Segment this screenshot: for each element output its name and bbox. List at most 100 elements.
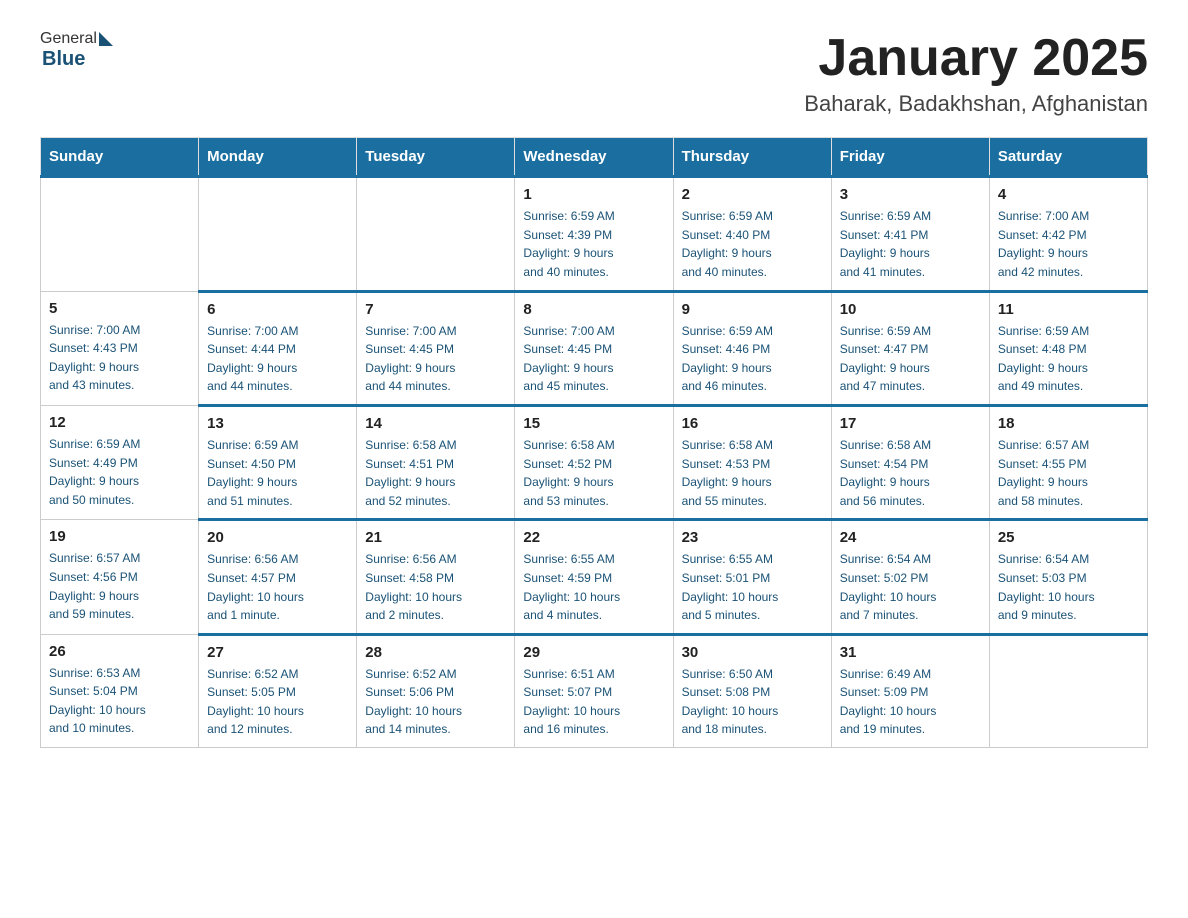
day-header-monday: Monday <box>199 138 357 177</box>
day-cell-18: 18 Sunrise: 6:57 AM Sunset: 4:55 PM Dayli… <box>989 405 1147 519</box>
day-number: 19 <box>49 528 190 545</box>
day-info: Sunrise: 6:53 AM Sunset: 5:04 PM Dayligh… <box>49 664 190 738</box>
day-cell-24: 24 Sunrise: 6:54 AM Sunset: 5:02 PM Dayli… <box>831 520 989 634</box>
day-number: 17 <box>840 415 981 432</box>
day-cell-1: 1Sunrise: 6:59 AM Sunset: 4:39 PM Daylig… <box>515 177 673 291</box>
day-number: 14 <box>365 415 506 432</box>
logo: General Blue <box>40 30 115 71</box>
logo-general-text: General <box>40 30 97 48</box>
day-cell-10: 10Sunrise: 6:59 AM Sunset: 4:47 PM Dayli… <box>831 291 989 405</box>
day-cell-6: 6 Sunrise: 7:00 AM Sunset: 4:44 PM Daylig… <box>199 291 357 405</box>
day-cell-21: 21 Sunrise: 6:56 AM Sunset: 4:58 PM Dayli… <box>357 520 515 634</box>
day-header-saturday: Saturday <box>989 138 1147 177</box>
calendar-title-area: January 2025 Baharak, Badakhshan, Afghan… <box>804 30 1148 117</box>
calendar-location: Baharak, Badakhshan, Afghanistan <box>804 91 1148 117</box>
day-number: 29 <box>523 644 664 661</box>
day-cell-11: 11 Sunrise: 6:59 AM Sunset: 4:48 PM Dayli… <box>989 291 1147 405</box>
day-info: Sunrise: 7:00 AM Sunset: 4:44 PM Dayligh… <box>207 322 348 396</box>
day-cell-9: 9Sunrise: 6:59 AM Sunset: 4:46 PM Daylig… <box>673 291 831 405</box>
day-info: Sunrise: 6:57 AM Sunset: 4:55 PM Dayligh… <box>998 436 1139 510</box>
week-row-5: 26 Sunrise: 6:53 AM Sunset: 5:04 PM Dayli… <box>41 634 1148 747</box>
day-number: 18 <box>998 415 1139 432</box>
day-number: 27 <box>207 644 348 661</box>
empty-cell <box>199 177 357 291</box>
day-number: 22 <box>523 529 664 546</box>
day-info: Sunrise: 6:59 AM Sunset: 4:41 PM Dayligh… <box>840 207 981 281</box>
day-cell-26: 26 Sunrise: 6:53 AM Sunset: 5:04 PM Dayli… <box>41 634 199 747</box>
day-header-friday: Friday <box>831 138 989 177</box>
day-header-tuesday: Tuesday <box>357 138 515 177</box>
page-header: General Blue January 2025 Baharak, Badak… <box>40 30 1148 117</box>
calendar-table: SundayMondayTuesdayWednesdayThursdayFrid… <box>40 137 1148 748</box>
day-cell-23: 23Sunrise: 6:55 AM Sunset: 5:01 PM Dayli… <box>673 520 831 634</box>
day-cell-8: 8 Sunrise: 7:00 AM Sunset: 4:45 PM Daylig… <box>515 291 673 405</box>
day-number: 1 <box>523 186 664 203</box>
week-row-2: 5 Sunrise: 7:00 AM Sunset: 4:43 PM Daylig… <box>41 291 1148 405</box>
day-number: 23 <box>682 529 823 546</box>
day-info: Sunrise: 6:52 AM Sunset: 5:05 PM Dayligh… <box>207 665 348 739</box>
logo-triangle-icon <box>99 32 113 46</box>
day-number: 24 <box>840 529 981 546</box>
day-cell-20: 20 Sunrise: 6:56 AM Sunset: 4:57 PM Dayli… <box>199 520 357 634</box>
day-number: 20 <box>207 529 348 546</box>
day-cell-22: 22Sunrise: 6:55 AM Sunset: 4:59 PM Dayli… <box>515 520 673 634</box>
day-number: 26 <box>49 643 190 660</box>
day-number: 31 <box>840 644 981 661</box>
day-info: Sunrise: 6:52 AM Sunset: 5:06 PM Dayligh… <box>365 665 506 739</box>
day-number: 8 <box>523 301 664 318</box>
empty-cell <box>989 634 1147 747</box>
day-headers-row: SundayMondayTuesdayWednesdayThursdayFrid… <box>41 138 1148 177</box>
week-row-1: 1Sunrise: 6:59 AM Sunset: 4:39 PM Daylig… <box>41 177 1148 291</box>
logo-blue-text: Blue <box>42 48 85 70</box>
day-cell-4: 4 Sunrise: 7:00 AM Sunset: 4:42 PM Daylig… <box>989 177 1147 291</box>
day-cell-14: 14 Sunrise: 6:58 AM Sunset: 4:51 PM Dayli… <box>357 405 515 519</box>
day-number: 4 <box>998 186 1139 203</box>
calendar-month-title: January 2025 <box>804 30 1148 87</box>
day-info: Sunrise: 6:49 AM Sunset: 5:09 PM Dayligh… <box>840 665 981 739</box>
day-cell-25: 25Sunrise: 6:54 AM Sunset: 5:03 PM Dayli… <box>989 520 1147 634</box>
day-info: Sunrise: 7:00 AM Sunset: 4:45 PM Dayligh… <box>523 322 664 396</box>
day-info: Sunrise: 6:58 AM Sunset: 4:54 PM Dayligh… <box>840 436 981 510</box>
day-header-wednesday: Wednesday <box>515 138 673 177</box>
day-number: 21 <box>365 529 506 546</box>
day-cell-16: 16 Sunrise: 6:58 AM Sunset: 4:53 PM Dayli… <box>673 405 831 519</box>
day-cell-28: 28 Sunrise: 6:52 AM Sunset: 5:06 PM Dayli… <box>357 634 515 747</box>
week-row-4: 19 Sunrise: 6:57 AM Sunset: 4:56 PM Dayli… <box>41 520 1148 634</box>
day-cell-27: 27 Sunrise: 6:52 AM Sunset: 5:05 PM Dayli… <box>199 634 357 747</box>
day-info: Sunrise: 7:00 AM Sunset: 4:43 PM Dayligh… <box>49 321 190 395</box>
day-number: 3 <box>840 186 981 203</box>
day-cell-2: 2Sunrise: 6:59 AM Sunset: 4:40 PM Daylig… <box>673 177 831 291</box>
day-info: Sunrise: 7:00 AM Sunset: 4:42 PM Dayligh… <box>998 207 1139 281</box>
day-cell-19: 19 Sunrise: 6:57 AM Sunset: 4:56 PM Dayli… <box>41 520 199 634</box>
day-number: 10 <box>840 301 981 318</box>
day-cell-29: 29 Sunrise: 6:51 AM Sunset: 5:07 PM Dayli… <box>515 634 673 747</box>
week-row-3: 12 Sunrise: 6:59 AM Sunset: 4:49 PM Dayli… <box>41 405 1148 519</box>
day-number: 11 <box>998 301 1139 318</box>
day-number: 16 <box>682 415 823 432</box>
empty-cell <box>41 177 199 291</box>
day-cell-31: 31 Sunrise: 6:49 AM Sunset: 5:09 PM Dayli… <box>831 634 989 747</box>
day-number: 6 <box>207 301 348 318</box>
day-number: 30 <box>682 644 823 661</box>
day-info: Sunrise: 6:57 AM Sunset: 4:56 PM Dayligh… <box>49 549 190 623</box>
day-cell-5: 5 Sunrise: 7:00 AM Sunset: 4:43 PM Daylig… <box>41 291 199 405</box>
day-cell-3: 3 Sunrise: 6:59 AM Sunset: 4:41 PM Daylig… <box>831 177 989 291</box>
day-cell-7: 7Sunrise: 7:00 AM Sunset: 4:45 PM Daylig… <box>357 291 515 405</box>
day-info: Sunrise: 6:58 AM Sunset: 4:53 PM Dayligh… <box>682 436 823 510</box>
day-info: Sunrise: 6:59 AM Sunset: 4:46 PM Dayligh… <box>682 322 823 396</box>
day-info: Sunrise: 6:51 AM Sunset: 5:07 PM Dayligh… <box>523 665 664 739</box>
day-info: Sunrise: 6:54 AM Sunset: 5:02 PM Dayligh… <box>840 550 981 624</box>
day-info: Sunrise: 6:59 AM Sunset: 4:49 PM Dayligh… <box>49 435 190 509</box>
day-header-sunday: Sunday <box>41 138 199 177</box>
day-info: Sunrise: 6:58 AM Sunset: 4:51 PM Dayligh… <box>365 436 506 510</box>
day-info: Sunrise: 7:00 AM Sunset: 4:45 PM Dayligh… <box>365 322 506 396</box>
calendar-body: 1Sunrise: 6:59 AM Sunset: 4:39 PM Daylig… <box>41 177 1148 748</box>
day-number: 2 <box>682 186 823 203</box>
day-info: Sunrise: 6:56 AM Sunset: 4:58 PM Dayligh… <box>365 550 506 624</box>
day-info: Sunrise: 6:59 AM Sunset: 4:50 PM Dayligh… <box>207 436 348 510</box>
day-number: 5 <box>49 300 190 317</box>
day-info: Sunrise: 6:59 AM Sunset: 4:48 PM Dayligh… <box>998 322 1139 396</box>
day-number: 12 <box>49 414 190 431</box>
day-number: 28 <box>365 644 506 661</box>
day-info: Sunrise: 6:56 AM Sunset: 4:57 PM Dayligh… <box>207 550 348 624</box>
